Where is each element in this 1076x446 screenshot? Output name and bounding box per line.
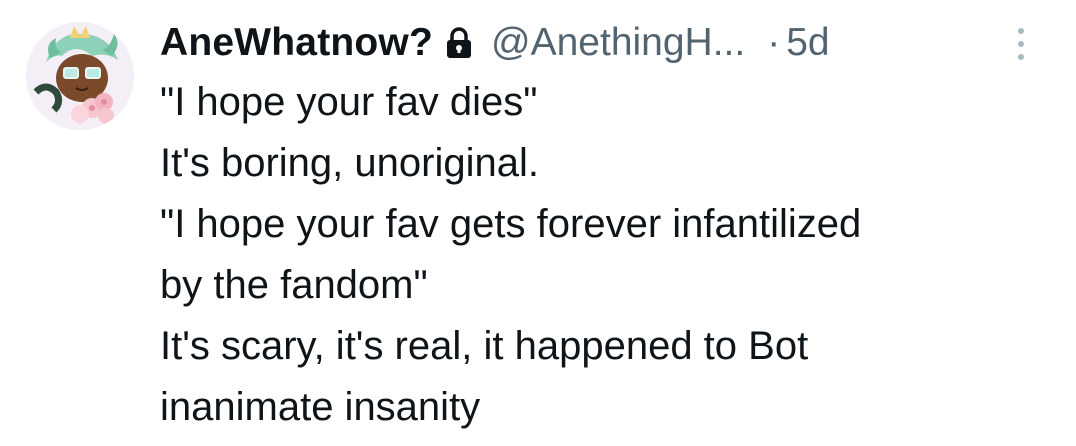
- tweet-text-line: by the fandom": [160, 263, 428, 307]
- tweet-text-line: "I hope your fav dies": [160, 80, 538, 124]
- tweet-header: AneWhatnow? @AnethingH... · 5d: [160, 14, 830, 72]
- tweet-text-line: It's scary, it's real, it happened to Bo…: [160, 324, 809, 368]
- tweet-text: "I hope your fav dies" It's boring, unor…: [160, 72, 1060, 438]
- separator-dot: ·: [767, 21, 781, 64]
- tweet-text-line: It's boring, unoriginal.: [160, 141, 539, 185]
- lock-icon: [445, 26, 473, 60]
- tweet-text-line: "I hope your fav gets forever infantiliz…: [160, 202, 862, 246]
- tweet-text-line: inanimate insanity: [160, 385, 481, 429]
- more-dot: [1018, 41, 1024, 47]
- avatar[interactable]: [26, 22, 134, 130]
- timestamp[interactable]: 5d: [786, 21, 829, 65]
- more-vertical-icon[interactable]: [1006, 20, 1036, 68]
- author-handle[interactable]: @AnethingH...: [491, 21, 745, 65]
- more-dot: [1018, 54, 1024, 60]
- author-display-name[interactable]: AneWhatnow?: [160, 21, 433, 65]
- avatar-image: [26, 22, 134, 130]
- tweet[interactable]: AneWhatnow? @AnethingH... · 5d "I hope y…: [0, 0, 1076, 446]
- more-dot: [1018, 28, 1024, 34]
